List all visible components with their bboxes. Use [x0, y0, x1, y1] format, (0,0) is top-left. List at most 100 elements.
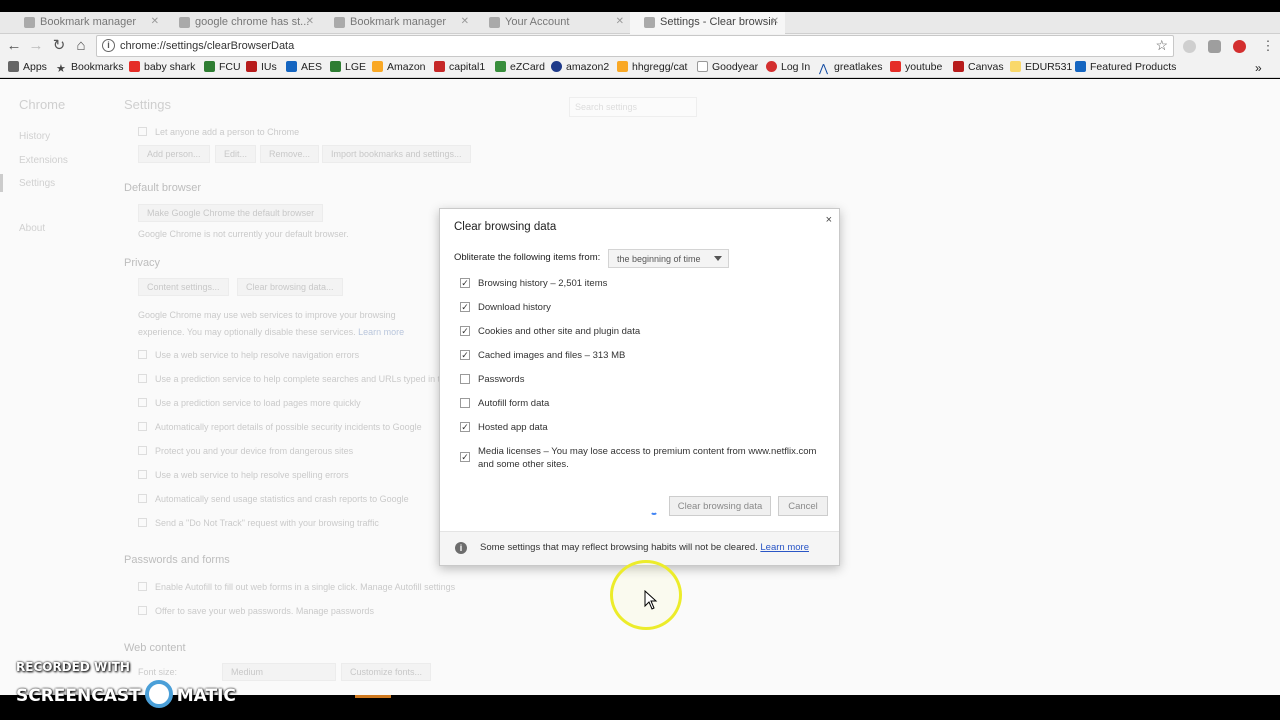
bookmark-ius[interactable]: IUs — [246, 61, 277, 73]
address-bar[interactable]: i chrome://settings/clearBrowserData ☆ — [96, 35, 1174, 57]
tab-strip: Bookmark manager ✕ google chrome has st..… — [0, 12, 1280, 34]
sidebar-item-history[interactable]: History — [19, 131, 50, 142]
bookmark-star-icon[interactable]: ☆ — [1155, 37, 1168, 54]
bookmark-baby-shark[interactable]: baby shark — [129, 61, 195, 73]
bookmark-featured-products[interactable]: Featured Products — [1075, 61, 1176, 73]
forward-icon[interactable]: → — [27, 37, 45, 55]
cancel-button[interactable]: Cancel — [778, 496, 828, 516]
amazon-icon — [372, 61, 383, 72]
save-passwords-option[interactable]: Offer to save your web passwords. Manage… — [138, 606, 374, 616]
bookmark-canvas[interactable]: Canvas — [953, 61, 1004, 73]
back-icon[interactable]: ← — [5, 37, 23, 55]
learn-more-link[interactable]: Learn more — [760, 542, 809, 553]
import-bookmarks-button[interactable]: Import bookmarks and settings... — [322, 145, 471, 163]
address-bar-url[interactable]: chrome://settings/clearBrowserData — [120, 40, 294, 52]
youtube-icon — [890, 61, 901, 72]
close-icon[interactable]: ✕ — [151, 16, 159, 27]
close-icon[interactable]: × — [826, 214, 832, 226]
checkbox-unchecked[interactable] — [460, 398, 470, 408]
time-range-select[interactable]: the beginning of time — [608, 249, 729, 268]
bookmark-amazon[interactable]: Amazon — [372, 61, 426, 73]
checkbox[interactable] — [138, 518, 147, 527]
close-icon[interactable]: ✕ — [616, 16, 624, 27]
checkbox-checked[interactable]: ✓ — [460, 278, 470, 288]
checkbox[interactable] — [138, 398, 147, 407]
bookmark-log-in[interactable]: Log In — [766, 61, 810, 73]
make-default-button[interactable]: Make Google Chrome the default browser — [138, 204, 324, 222]
extension-icon[interactable] — [1208, 40, 1221, 53]
clear-browsing-data-confirm-button[interactable]: Clear browsing data — [669, 496, 771, 516]
bookmark-edur531[interactable]: EDUR531 — [1010, 61, 1072, 73]
extension-icon[interactable] — [1183, 40, 1196, 53]
bookmark-youtube[interactable]: youtube — [890, 61, 942, 73]
bookmark-hhgregg[interactable]: hhgregg/cat — [617, 61, 687, 73]
privacy-option[interactable]: Use a prediction service to load pages m… — [138, 398, 361, 408]
menu-icon[interactable]: ⋮ — [1259, 37, 1277, 55]
checkbox-unchecked[interactable] — [460, 374, 470, 384]
privacy-option[interactable]: Use a web service to help resolve spelli… — [138, 470, 349, 480]
edit-person-button[interactable]: Edit... — [215, 145, 257, 163]
privacy-option[interactable]: Automatically send usage statistics and … — [138, 494, 409, 504]
checkbox-checked[interactable]: ✓ — [460, 350, 470, 360]
tab-google-search[interactable]: google chrome has st... ✕ — [165, 12, 320, 34]
checkbox-checked[interactable]: ✓ — [460, 422, 470, 432]
aes-icon — [286, 61, 297, 72]
extension-icon[interactable] — [1233, 40, 1246, 53]
privacy-option[interactable]: Send a "Do Not Track" request with your … — [138, 518, 379, 528]
gear-icon — [644, 17, 655, 28]
search-settings-input[interactable]: Search settings — [569, 97, 697, 117]
checkbox[interactable] — [138, 350, 147, 359]
content-settings-button[interactable]: Content settings... — [138, 278, 229, 296]
checkbox[interactable] — [138, 494, 147, 503]
checkbox[interactable] — [138, 422, 147, 431]
autofill-option[interactable]: Enable Autofill to fill out web forms in… — [138, 582, 455, 592]
sidebar-item-settings[interactable]: Settings — [19, 178, 55, 189]
fcu-icon — [204, 61, 215, 72]
bookmark-aes[interactable]: AES — [286, 61, 322, 73]
checkbox[interactable] — [138, 470, 147, 479]
privacy-option[interactable]: Use a web service to help resolve naviga… — [138, 350, 359, 360]
info-icon[interactable]: i — [102, 39, 115, 52]
bookmark-bookmarks[interactable]: ★ Bookmarks — [56, 61, 124, 75]
bookmark-amazon2[interactable]: amazon2 — [551, 61, 609, 73]
tab-bookmark-manager[interactable]: Bookmark manager ✕ — [10, 12, 165, 34]
sidebar-item-about[interactable]: About — [19, 223, 45, 234]
checkbox[interactable] — [138, 446, 147, 455]
obliterate-label: Obliterate the following items from: — [454, 252, 601, 263]
checkbox[interactable] — [138, 582, 147, 591]
checkbox[interactable] — [138, 606, 147, 615]
customize-fonts-button[interactable]: Customize fonts... — [341, 663, 432, 681]
people-row[interactable]: Let anyone add a person to Chrome — [138, 127, 299, 137]
home-icon[interactable]: ⌂ — [72, 37, 90, 55]
tab-bookmark-manager-2[interactable]: Bookmark manager ✕ — [320, 12, 475, 34]
tab-your-account[interactable]: Your Account ✕ — [475, 12, 630, 34]
bookmarks-overflow-icon[interactable]: » — [1255, 61, 1262, 75]
bookmark-ezcard[interactable]: eZCard — [495, 61, 545, 73]
privacy-option[interactable]: Automatically report details of possible… — [138, 422, 422, 432]
close-icon[interactable]: ✕ — [771, 16, 779, 27]
tab-settings[interactable]: Settings - Clear browsin ✕ — [630, 12, 785, 34]
checkbox-checked[interactable]: ✓ — [460, 302, 470, 312]
checkbox[interactable] — [138, 127, 147, 136]
privacy-option[interactable]: Protect you and your device from dangero… — [138, 446, 353, 456]
font-size-select[interactable]: Medium — [222, 663, 336, 681]
checkbox[interactable] — [138, 374, 147, 383]
clear-browsing-data-button[interactable]: Clear browsing data... — [237, 278, 343, 296]
reload-icon[interactable]: ↻ — [50, 37, 68, 55]
checkbox-checked[interactable]: ✓ — [460, 452, 470, 462]
privacy-learn-more-link[interactable]: Learn more — [358, 327, 404, 337]
add-person-button[interactable]: Add person... — [138, 145, 210, 163]
bookmark-apps[interactable]: Apps — [8, 61, 47, 73]
bookmark-greatlakes[interactable]: ⋀ greatlakes — [819, 61, 882, 75]
close-icon[interactable]: ✕ — [461, 16, 469, 27]
loading-spinner — [650, 507, 658, 515]
bookmark-lge[interactable]: LGE — [330, 61, 366, 73]
sidebar-item-extensions[interactable]: Extensions — [19, 155, 68, 166]
checkbox-checked[interactable]: ✓ — [460, 326, 470, 336]
bookmark-capital1[interactable]: capital1 — [434, 61, 485, 73]
privacy-heading: Privacy — [124, 257, 161, 269]
bookmark-goodyear[interactable]: Goodyear — [697, 61, 758, 73]
bookmark-fcu[interactable]: FCU — [204, 61, 241, 73]
close-icon[interactable]: ✕ — [306, 16, 314, 27]
remove-person-button[interactable]: Remove... — [260, 145, 320, 163]
